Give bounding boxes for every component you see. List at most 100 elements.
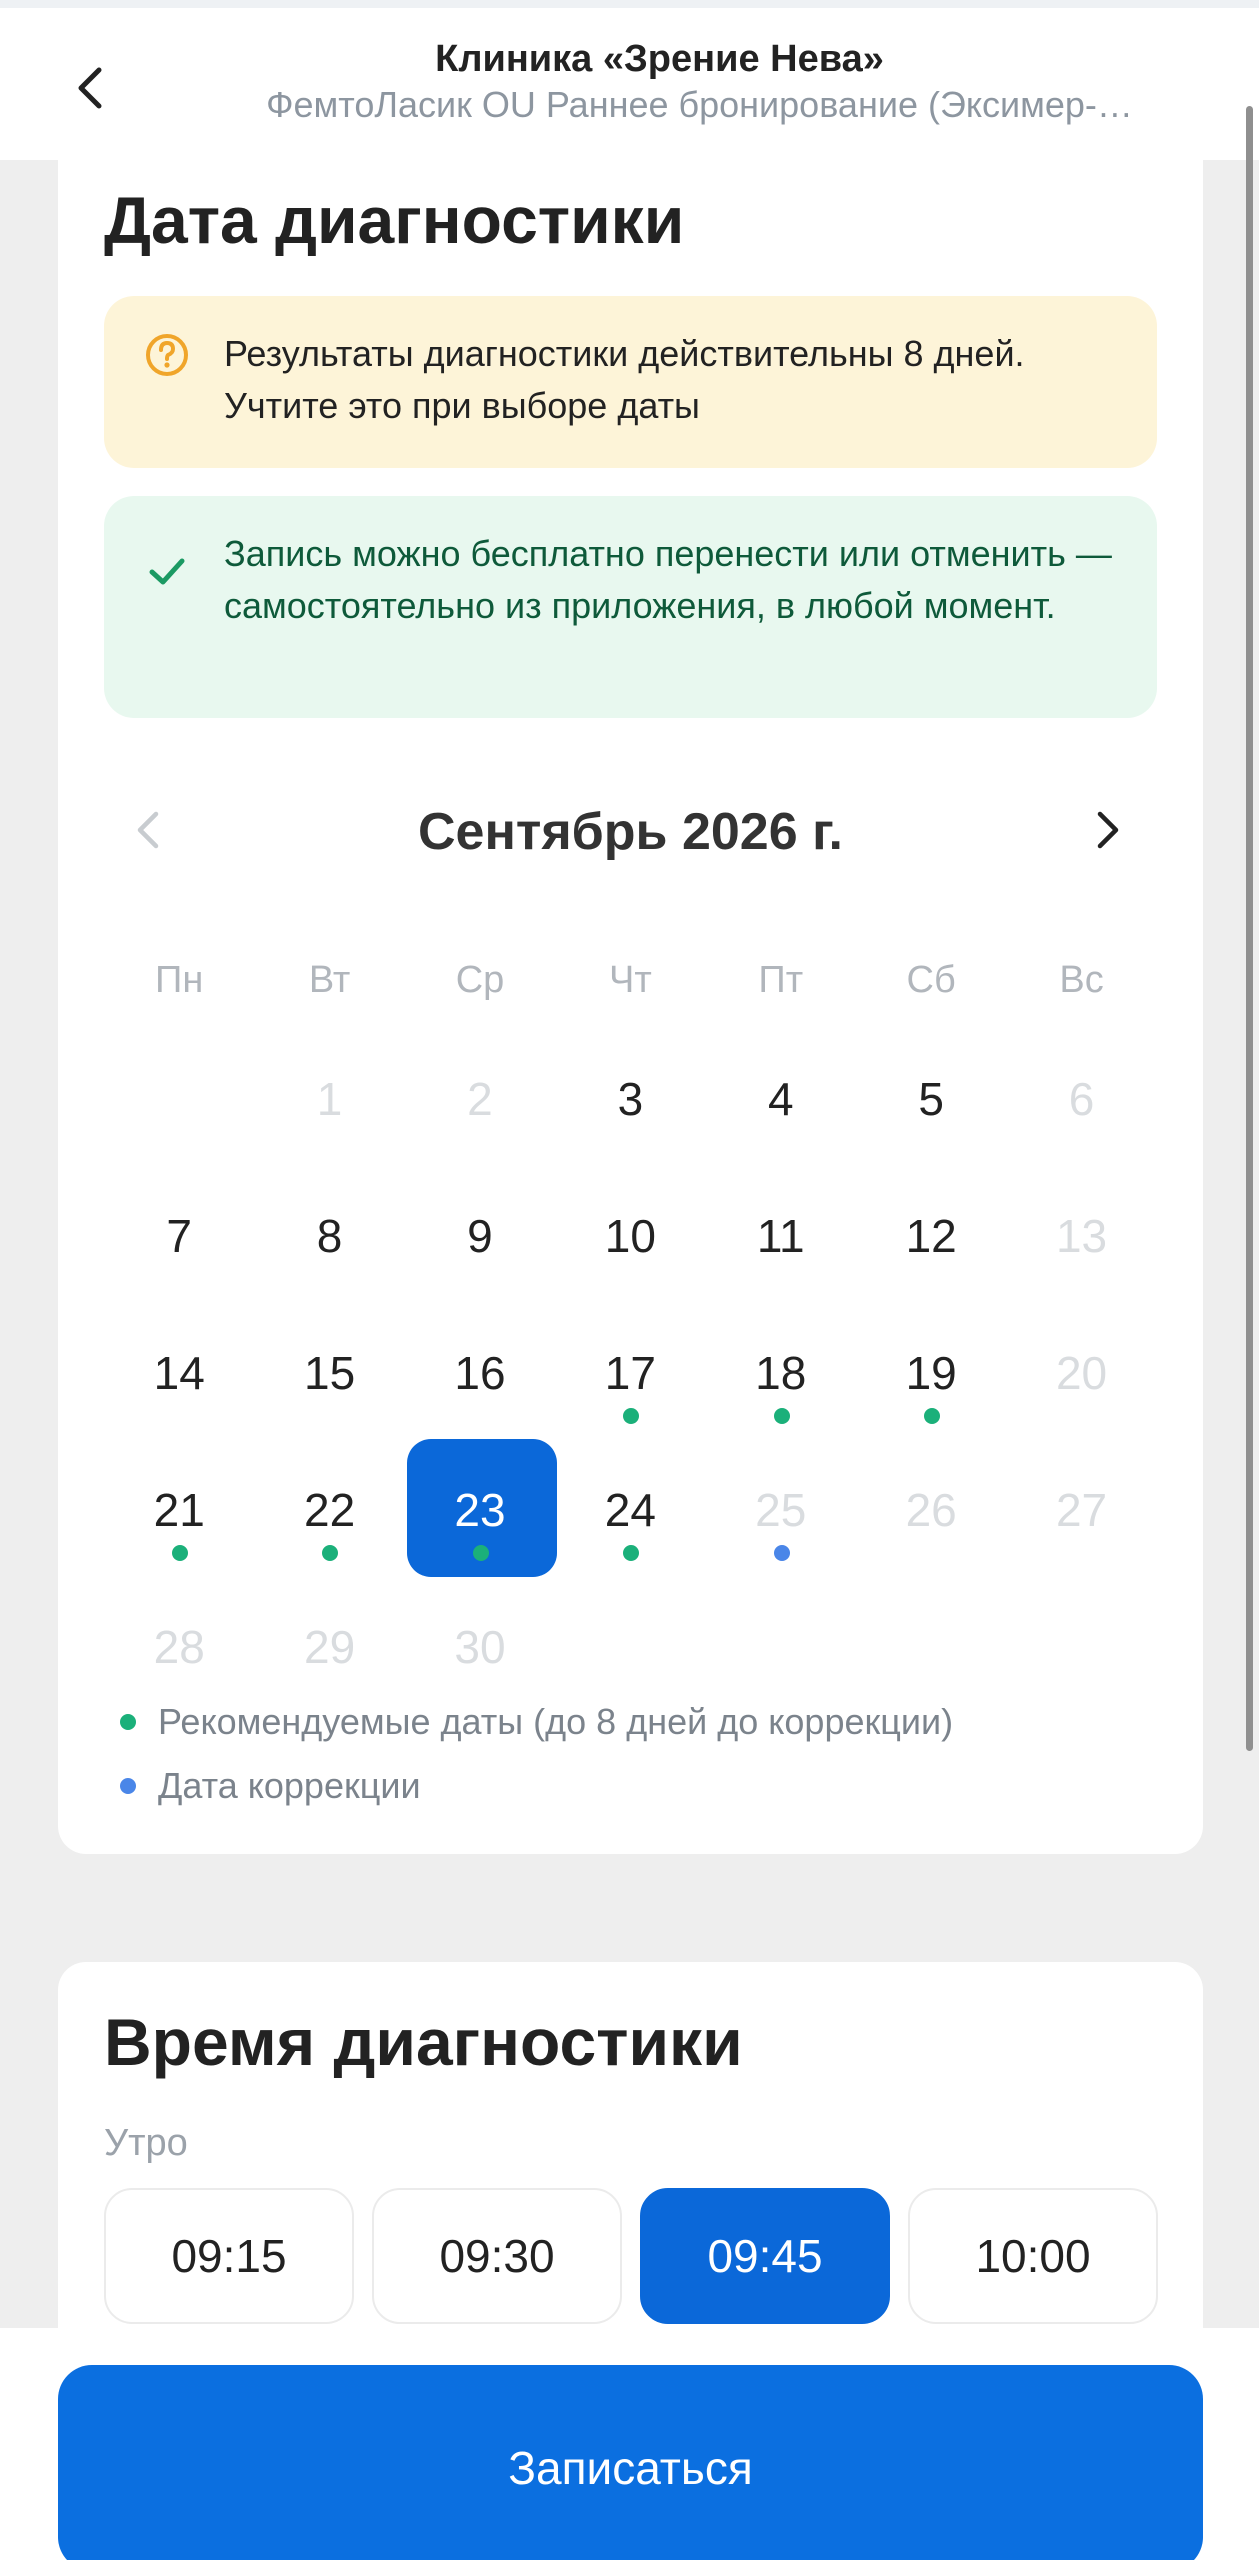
calendar-day: 25 [706,1441,856,1578]
day-number: 4 [767,1072,794,1125]
recommended-dot-icon [773,1408,790,1424]
calendar-day[interactable]: 12 [856,1167,1006,1304]
day-number: 2 [467,1072,493,1125]
reschedule-notice: Запись можно бесплатно перенести или отм… [104,496,1157,718]
date-section-title: Дата диагностики [104,183,685,257]
day-number: 16 [454,1346,506,1399]
calendar-day[interactable]: 9 [405,1167,555,1304]
recommended-dot-icon [322,1545,339,1561]
calendar-day[interactable]: 18 [706,1304,856,1441]
time-slot-selected[interactable]: 09:45 [640,2188,890,2324]
calendar-day[interactable]: 3 [555,1030,705,1167]
calendar-day[interactable]: 7 [104,1167,254,1304]
calendar-day[interactable]: 21 [104,1441,254,1578]
legend-correction: Дата коррекции [114,1754,953,1818]
recommended-dot-icon [120,1714,136,1730]
recommended-dot-icon [472,1545,489,1561]
weekday-label: Сб [906,959,956,1001]
calendar-day: 27 [1006,1441,1156,1578]
validity-notice-text: Результаты диагностики действительны 8 д… [224,333,1025,426]
day-number: 10 [604,1209,656,1262]
calendar-weeks: 1 2 3 4 5 6 7 8 9 10 11 12 13 14 15 16 17 18 19 20 21 22 23 24 2… [104,1030,1157,1715]
calendar-empty-cell [104,1030,254,1167]
calendar-day[interactable]: 4 [706,1030,856,1167]
day-number: 9 [467,1209,493,1262]
calendar-day[interactable]: 17 [555,1304,705,1441]
period-label: Утро [104,2122,188,2164]
calendar-day-selected[interactable]: 23 [405,1439,557,1578]
day-number: 18 [755,1346,807,1399]
day-number: 27 [1055,1483,1108,1536]
next-month-button[interactable] [1078,800,1138,860]
calendar-week: 1 2 3 4 5 6 [104,1030,1157,1167]
day-number: 22 [304,1483,356,1536]
weekday-label: Пн [155,959,204,1001]
calendar-day[interactable]: 16 [405,1304,555,1441]
day-number: 6 [1068,1072,1095,1125]
calendar-week: 14 15 16 17 18 19 20 [104,1304,1157,1441]
day-number: 20 [1055,1346,1108,1399]
day-number: 17 [604,1346,656,1399]
day-number: 28 [153,1620,205,1673]
calendar-day[interactable]: 15 [254,1304,404,1441]
correction-dot-icon [773,1545,790,1561]
time-section-title: Время диагностики [104,2005,743,2079]
day-number: 8 [316,1209,343,1262]
calendar-day[interactable]: 24 [555,1441,705,1578]
day-number: 11 [756,1209,805,1262]
calendar-day[interactable]: 14 [104,1304,254,1441]
calendar-day: 20 [1006,1304,1156,1441]
day-number: 30 [454,1620,506,1673]
prev-month-button[interactable] [118,800,178,860]
calendar-week: 7 8 9 10 11 12 13 [104,1167,1157,1304]
day-number: 24 [604,1483,656,1536]
calendar-day[interactable]: 11 [706,1167,856,1304]
weekday-header: Пн Вт Ср Чт Пт Сб Вс [104,930,1157,1030]
calendar-day: 26 [856,1441,1006,1578]
time-slot[interactable]: 09:15 [104,2188,354,2324]
month-navigator: Сентябрь 2026 г. [58,780,1203,880]
checkmark-icon [149,558,185,585]
calendar-day: 1 [254,1030,404,1167]
chevron-right-icon [1097,811,1119,849]
day-number: 26 [905,1483,957,1536]
chevron-left-icon [78,67,102,109]
weekday-label: Чт [609,959,652,1001]
question-circle-icon [146,334,188,376]
time-slot[interactable]: 10:00 [908,2188,1158,2324]
bottom-bar: Записаться [0,2328,1259,2560]
day-number: 12 [905,1209,957,1262]
calendar-legend: Рекомендуемые даты (до 8 дней до коррекц… [114,1690,953,1818]
month-label: Сентябрь 2026 г. [417,803,843,861]
day-number: 13 [1055,1209,1108,1262]
recommended-dot-icon [623,1408,640,1424]
book-button[interactable]: Записаться [58,2365,1203,2560]
service-subtitle: ФемтоЛасик OU Раннее бронирование (Эксим… [266,84,1133,125]
recommended-dot-icon [172,1545,188,1561]
scrollbar[interactable] [1246,106,1253,1751]
calendar-day[interactable]: 22 [254,1441,404,1578]
reschedule-notice-text: Запись можно бесплатно перенести или отм… [224,533,1112,626]
calendar-week: 21 22 23 24 25 26 27 [104,1439,1157,1578]
calendar-day[interactable]: 5 [856,1030,1006,1167]
calendar-day: 13 [1006,1167,1156,1304]
calendar-empty-cell [1006,1578,1156,1715]
calendar-day[interactable]: 10 [555,1167,705,1304]
time-slot[interactable]: 09:30 [372,2188,622,2324]
day-number: 21 [153,1483,205,1536]
chevron-left-icon [137,811,159,849]
day-number: 14 [153,1346,205,1399]
date-card: Дата диагностики Результаты диагностики … [58,150,1203,1854]
correction-dot-icon [120,1778,136,1794]
calendar-day: 2 [405,1030,555,1167]
weekday-label: Вс [1059,959,1104,1001]
day-number: 3 [617,1072,644,1125]
legend-recommended: Рекомендуемые даты (до 8 дней до коррекц… [114,1690,953,1754]
calendar-day[interactable]: 8 [254,1167,404,1304]
day-number: 25 [755,1483,807,1536]
calendar-day[interactable]: 19 [856,1304,1006,1441]
recommended-dot-icon [923,1408,940,1424]
time-slots: 09:15 09:30 09:45 10:00 [104,2188,1158,2324]
back-button[interactable] [60,50,120,126]
legend-recommended-label: Рекомендуемые даты (до 8 дней до коррекц… [158,1701,954,1742]
